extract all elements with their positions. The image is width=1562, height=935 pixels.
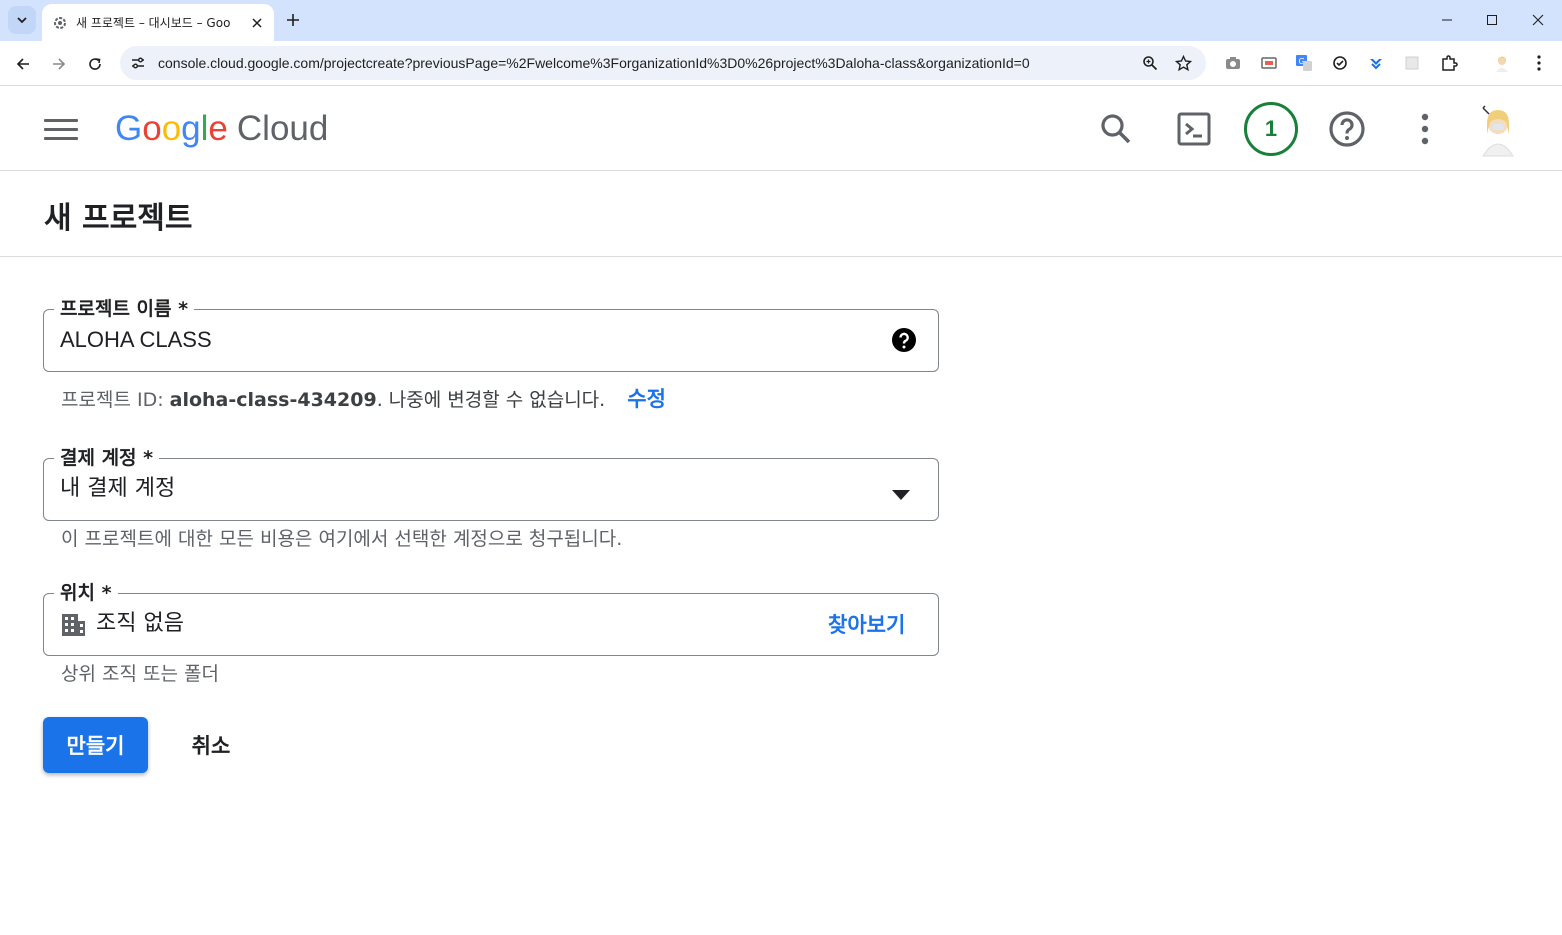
logo-cloud-text: Cloud	[236, 109, 329, 148]
create-button[interactable]: 만들기	[43, 717, 148, 773]
puzzle-extensions-icon[interactable]	[1437, 51, 1461, 75]
terminal-icon	[1177, 112, 1211, 146]
search-button[interactable]	[1091, 104, 1141, 154]
edit-project-id-link[interactable]: 수정	[627, 387, 666, 411]
more-vert-icon	[1421, 113, 1429, 145]
minimize-icon	[1442, 19, 1452, 21]
more-options-button[interactable]	[1400, 104, 1450, 154]
billing-account-value[interactable]: 내 결제 계정	[60, 475, 175, 503]
project-name-input[interactable]: ALOHA CLASS	[60, 326, 212, 354]
help-button[interactable]	[1322, 104, 1372, 154]
project-name-field[interactable]: 프로젝트 이름 * ALOHA CLASS	[43, 296, 939, 372]
tab-search-button[interactable]	[8, 6, 36, 34]
project-id-suffix: . 나중에 변경할 수 없습니다.	[376, 389, 606, 411]
logo-letter: G	[115, 109, 143, 148]
cancel-button[interactable]: 취소	[170, 717, 252, 773]
dropdown-arrow-icon[interactable]	[892, 485, 910, 500]
logo-letter: e	[208, 109, 228, 148]
location-label: 위치 *	[54, 580, 118, 606]
notifications-button[interactable]: 1	[1243, 101, 1299, 157]
close-icon	[1532, 14, 1544, 26]
billing-helper: 이 프로젝트에 대한 모든 비용은 여기에서 선택한 계정으로 청구됩니다.	[61, 528, 623, 550]
zoom-icon[interactable]	[1138, 51, 1162, 75]
logo-google-text: Google	[115, 109, 228, 149]
screen-extension-icon[interactable]	[1257, 51, 1281, 75]
minimize-window-button[interactable]	[1424, 0, 1470, 40]
browse-location-button[interactable]: 찾아보기	[828, 609, 905, 639]
help-icon	[1329, 111, 1365, 147]
camera-extension-icon[interactable]	[1221, 51, 1245, 75]
cloud-shell-button[interactable]	[1169, 104, 1219, 154]
project-name-label: 프로젝트 이름 *	[54, 296, 195, 322]
bookmark-star-icon[interactable]	[1171, 51, 1195, 75]
project-id-prefix: 프로젝트 ID:	[61, 389, 170, 411]
maximize-icon	[1487, 15, 1497, 25]
url-text[interactable]: console.cloud.google.com/projectcreate?p…	[158, 55, 1118, 71]
project-id-helper: 프로젝트 ID: aloha-class-434209. 나중에 변경할 수 없…	[61, 385, 666, 414]
page-title: 새 프로젝트	[44, 201, 193, 236]
logo-letter: o	[142, 109, 162, 148]
back-button[interactable]	[8, 49, 38, 79]
close-window-button[interactable]	[1515, 0, 1561, 40]
location-value: 조직 없음	[96, 611, 184, 636]
location-field[interactable]: 위치 * 조직 없음 찾아보기	[43, 580, 939, 656]
hamburger-menu-icon[interactable]	[40, 113, 82, 145]
profile-avatar-small[interactable]	[1490, 51, 1514, 75]
download-extension-icon[interactable]	[1364, 51, 1388, 75]
page-title-bar: 새 프로젝트	[0, 171, 1562, 257]
arrow-left-icon	[16, 58, 29, 70]
logo-letter: g	[181, 109, 201, 148]
browser-toolbar: console.cloud.google.com/projectcreate?p…	[0, 41, 1562, 86]
project-id-value: aloha-class-434209	[169, 389, 377, 411]
google-cloud-logo[interactable]: Google Cloud	[115, 107, 328, 151]
logo-letter: o	[161, 109, 182, 148]
site-info-icon[interactable]	[126, 51, 150, 75]
reload-icon	[89, 58, 101, 70]
billing-account-label: 결제 계정 *	[54, 445, 160, 471]
help-circle-icon[interactable]	[891, 327, 917, 353]
location-helper: 상위 조직 또는 폴더	[61, 663, 219, 685]
gear-favicon-icon	[52, 15, 68, 31]
forward-button[interactable]	[44, 49, 74, 79]
reload-button[interactable]	[80, 49, 110, 79]
notification-count-badge: 1	[1244, 102, 1298, 156]
building-icon	[60, 612, 86, 638]
sync-extension-icon[interactable]	[1328, 51, 1352, 75]
browser-menu-icon[interactable]	[1527, 51, 1551, 75]
new-tab-button[interactable]	[280, 7, 306, 33]
tab-title: 새 프로젝트 – 대시보드 – Goo	[76, 16, 231, 30]
arrow-right-icon	[53, 58, 66, 70]
account-avatar[interactable]	[1475, 102, 1521, 158]
blank-extension-icon[interactable]	[1400, 51, 1424, 75]
close-tab-icon[interactable]	[248, 14, 266, 32]
maximize-window-button[interactable]	[1469, 0, 1515, 40]
plus-icon	[287, 14, 299, 26]
chevron-down-icon	[17, 17, 27, 24]
browser-tab-active[interactable]: 새 프로젝트 – 대시보드 – Goo	[42, 4, 274, 41]
address-bar[interactable]: console.cloud.google.com/projectcreate?p…	[120, 46, 1206, 80]
search-icon	[1101, 114, 1131, 144]
browser-tabstrip: 새 프로젝트 – 대시보드 – Goo	[0, 0, 1562, 41]
billing-account-select[interactable]: 결제 계정 * 내 결제 계정	[43, 445, 939, 521]
translate-extension-icon[interactable]: G	[1292, 51, 1316, 75]
console-header: Google Cloud 1	[0, 87, 1562, 171]
